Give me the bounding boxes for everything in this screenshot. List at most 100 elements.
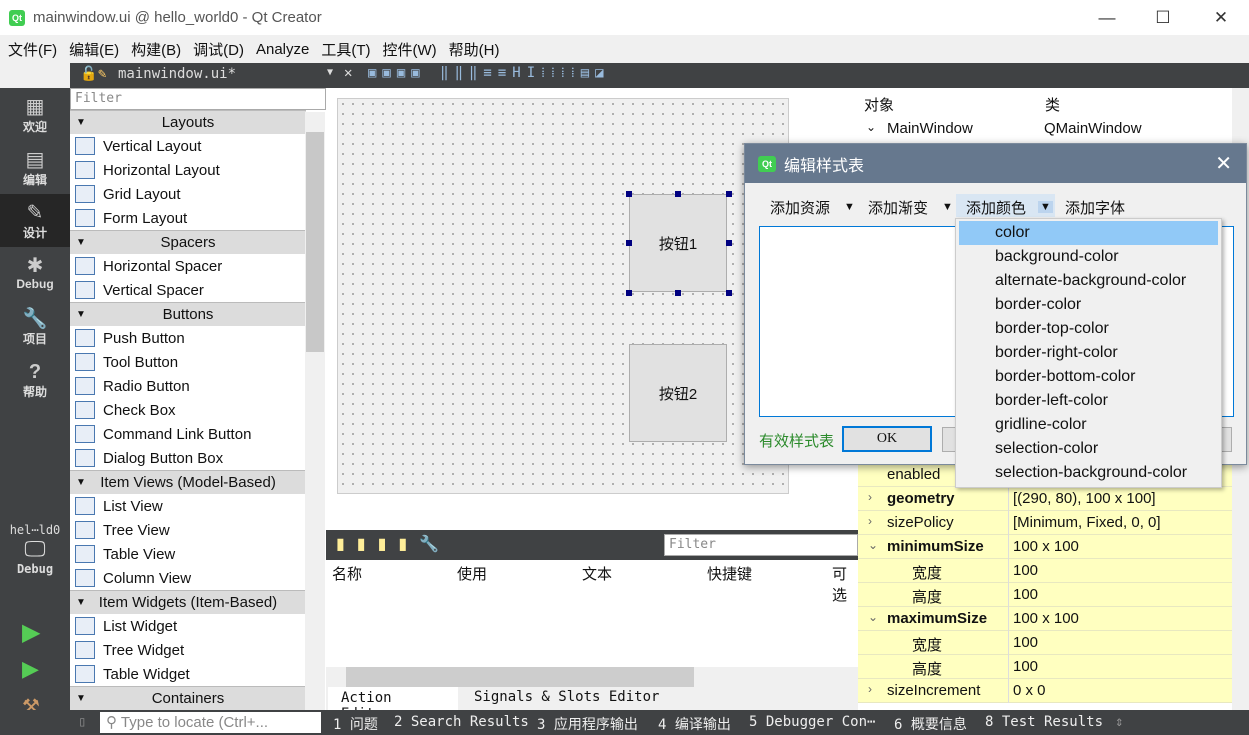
dropdown-arrow-icon[interactable]: ▼ xyxy=(942,201,953,213)
menu-item[interactable]: 文件(F) xyxy=(4,39,65,60)
layout-tool-icons[interactable]: ▣▣▣▣ ‖‖‖≡≡HI⁞⁞⁞⁞▤◪ xyxy=(368,65,610,82)
expand-arrow-icon[interactable]: › xyxy=(868,490,872,504)
color-menu-item[interactable]: selection-background-color xyxy=(959,461,1218,485)
widget-item[interactable]: Column View xyxy=(70,566,306,590)
property-row[interactable]: 宽度 100 xyxy=(858,559,1232,583)
column-header[interactable]: 快捷键 xyxy=(707,563,752,584)
property-row[interactable]: › geometry [(290, 80), 100 x 100] xyxy=(858,487,1232,511)
widget-item[interactable]: Vertical Spacer xyxy=(70,278,306,302)
column-header[interactable]: 名称 xyxy=(332,563,362,584)
output-pane-general[interactable]: 6 概要信息 xyxy=(894,714,967,734)
output-pane-tests[interactable]: 8 Test Results xyxy=(985,714,1103,730)
color-menu-item[interactable]: gridline-color xyxy=(959,413,1218,437)
color-menu-item[interactable]: border-top-color xyxy=(959,317,1218,341)
color-menu-item[interactable]: alternate-background-color xyxy=(959,269,1218,293)
color-menu-item[interactable]: border-bottom-color xyxy=(959,365,1218,389)
maximize-button[interactable]: ☐ xyxy=(1135,0,1191,35)
widget-item[interactable]: Vertical Layout xyxy=(70,134,306,158)
resize-handle[interactable] xyxy=(726,240,732,246)
widget-category[interactable]: ▼ Layouts xyxy=(70,110,306,134)
widget-item[interactable]: Check Box xyxy=(70,398,306,422)
output-pane-issues[interactable]: 1 问题 xyxy=(333,714,378,734)
action-tool-icons[interactable]: ▮▮▮▮🔧 xyxy=(336,534,451,554)
column-header[interactable]: 使用 xyxy=(457,563,487,584)
minimize-button[interactable]: — xyxy=(1079,0,1135,35)
widget-item[interactable]: Tool Button xyxy=(70,350,306,374)
debug-run-icon[interactable]: ▶ xyxy=(22,656,39,682)
widget-item[interactable]: Grid Layout xyxy=(70,182,306,206)
widget-item[interactable]: Dialog Button Box xyxy=(70,446,306,470)
color-menu-item[interactable]: color xyxy=(959,221,1218,245)
widget-item[interactable]: List View xyxy=(70,494,306,518)
property-value[interactable]: 100 xyxy=(1008,559,1232,583)
column-header-class[interactable]: 类 xyxy=(1045,94,1060,115)
property-value[interactable]: 100 xyxy=(1008,631,1232,655)
property-value[interactable]: 100 x 100 xyxy=(1008,607,1232,631)
widget-item[interactable]: Tree Widget xyxy=(70,638,306,662)
column-header[interactable]: 可选 xyxy=(832,563,858,605)
property-value[interactable]: [Minimum, Fixed, 0, 0] xyxy=(1008,511,1232,535)
property-value[interactable]: 100 x 100 xyxy=(1008,535,1232,559)
resize-handle[interactable] xyxy=(626,240,632,246)
property-value[interactable]: [(290, 80), 100 x 100] xyxy=(1008,487,1232,511)
widget-item[interactable]: Form Layout xyxy=(70,206,306,230)
property-row[interactable]: ⌄ maximumSize 100 x 100 xyxy=(858,607,1232,631)
widget-box-scrollbar[interactable] xyxy=(305,112,325,710)
property-row[interactable]: ⌄ minimumSize 100 x 100 xyxy=(858,535,1232,559)
menu-item[interactable]: 控件(W) xyxy=(379,39,445,60)
widget-item[interactable]: Table View xyxy=(70,542,306,566)
form-window[interactable]: 按钮1 按钮2 xyxy=(337,98,789,494)
widget-item[interactable]: Horizontal Layout xyxy=(70,158,306,182)
object-mainwindow[interactable]: MainWindow xyxy=(887,120,973,137)
widget-category[interactable]: ▼ Buttons xyxy=(70,302,306,326)
mode-pencil[interactable]: ✎ 设计 xyxy=(0,194,70,247)
close-button[interactable]: ✕ xyxy=(1193,0,1249,35)
property-value[interactable]: 100 xyxy=(1008,655,1232,679)
color-menu-item[interactable]: border-right-color xyxy=(959,341,1218,365)
widget-item[interactable]: Table Widget xyxy=(70,662,306,686)
widget-item[interactable]: Push Button xyxy=(70,326,306,350)
property-row[interactable]: 宽度 100 xyxy=(858,631,1232,655)
widget-item[interactable]: List Widget xyxy=(70,614,306,638)
resize-handle[interactable] xyxy=(626,290,632,296)
menu-item[interactable]: 调试(D) xyxy=(189,39,252,60)
output-pane-app-output[interactable]: 3 应用程序输出 xyxy=(537,714,638,734)
menu-item[interactable]: Analyze xyxy=(252,41,317,58)
menu-item[interactable]: 构建(B) xyxy=(127,39,189,60)
property-row[interactable]: › sizePolicy [Minimum, Fixed, 0, 0] xyxy=(858,511,1232,535)
widget-item[interactable]: Horizontal Spacer xyxy=(70,254,306,278)
widget-category[interactable]: ▼ Item Views (Model-Based) xyxy=(70,470,306,494)
mode-document[interactable]: ▤ 编辑 xyxy=(0,141,70,194)
widget-item[interactable]: Radio Button xyxy=(70,374,306,398)
widget-item[interactable]: Command Link Button xyxy=(70,422,306,446)
ok-button[interactable]: OK xyxy=(842,426,932,452)
menu-item[interactable]: 工具(T) xyxy=(317,39,378,60)
color-menu-item[interactable]: background-color xyxy=(959,245,1218,269)
widget-category[interactable]: ▼ Containers xyxy=(70,686,306,710)
mode-bug[interactable]: ✱ Debug xyxy=(0,247,70,300)
property-row[interactable]: 高度 100 xyxy=(858,583,1232,607)
dropdown-arrow-icon[interactable]: ▼ xyxy=(1038,201,1053,213)
resize-handle[interactable] xyxy=(675,191,681,197)
property-row[interactable]: › sizeIncrement 0 x 0 xyxy=(858,679,1232,703)
column-header-object[interactable]: 对象 xyxy=(864,94,894,115)
add-resource-button[interactable]: 添加资源 xyxy=(770,197,830,218)
file-dropdown-arrow[interactable]: ▼ xyxy=(327,67,333,78)
output-pane-debugger[interactable]: 5 Debugger Con⋯ xyxy=(749,714,875,730)
resize-handle[interactable] xyxy=(675,290,681,296)
run-icon[interactable]: ▶ xyxy=(22,618,40,647)
expand-arrow-icon[interactable]: › xyxy=(868,514,872,528)
menu-item[interactable]: 编辑(E) xyxy=(65,39,127,60)
output-pane-compile[interactable]: 4 编译输出 xyxy=(658,714,731,734)
resize-handle[interactable] xyxy=(726,290,732,296)
widget-item[interactable]: Tree View xyxy=(70,518,306,542)
expand-arrow-icon[interactable]: › xyxy=(868,682,872,696)
close-file-button[interactable]: ✕ xyxy=(344,65,352,81)
resize-handle[interactable] xyxy=(726,191,732,197)
add-gradient-button[interactable]: 添加渐变 xyxy=(868,197,928,218)
sidebar-toggle[interactable]: ▯ xyxy=(78,714,86,730)
output-pane-search[interactable]: 2 Search Results xyxy=(394,714,529,730)
menu-item[interactable]: 帮助(H) xyxy=(445,39,508,60)
widget-category[interactable]: ▼ Item Widgets (Item-Based) xyxy=(70,590,306,614)
collapse-arrow-icon[interactable]: ⌄ xyxy=(866,120,876,134)
